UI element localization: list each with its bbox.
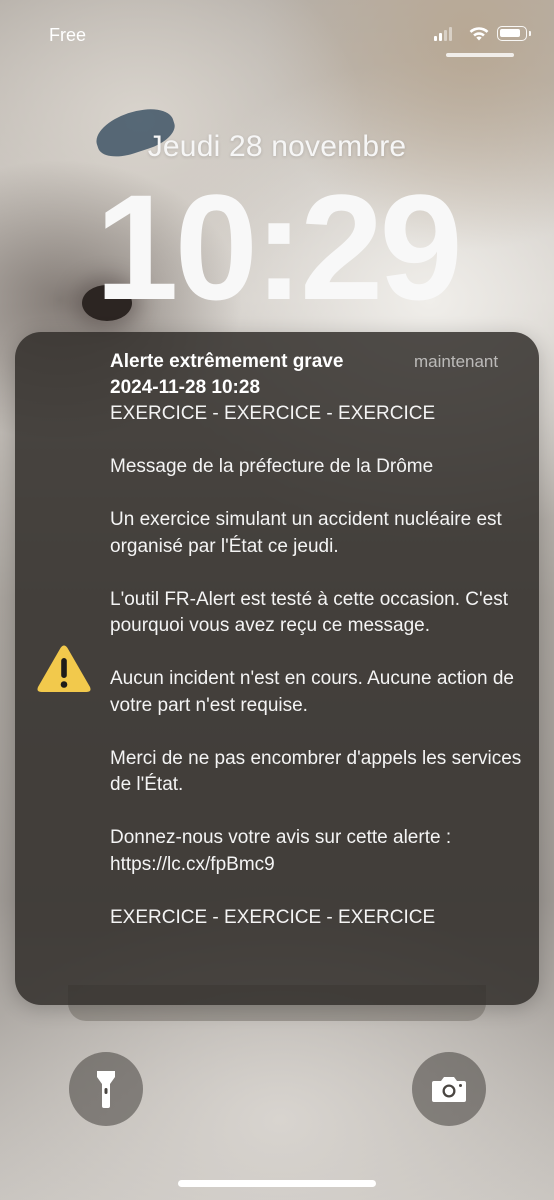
wifi-icon (469, 27, 489, 41)
home-indicator[interactable] (178, 1180, 376, 1187)
warning-triangle-icon (37, 645, 91, 692)
alert-paragraph: Message de la préfecture de la Drôme (110, 456, 434, 477)
carrier-label: Free (49, 25, 87, 45)
camera-button[interactable] (412, 1052, 486, 1126)
alert-paragraph: EXERCICE - EXERCICE - EXERCICE (110, 403, 436, 424)
alert-paragraph: EXERCICE - EXERCICE - EXERCICE (110, 906, 436, 928)
camera-icon (432, 1077, 466, 1102)
cellular-signal-icon (434, 27, 452, 41)
alert-title: Alerte extrêmement grave (110, 351, 344, 372)
lock-screen-date: Jeudi 28 novembre (147, 130, 407, 163)
flashlight-button[interactable] (69, 1052, 143, 1126)
alert-paragraph: Aucun incident n'est en cours. Aucune ac… (110, 668, 514, 716)
control-center-handle[interactable] (446, 53, 514, 57)
alert-message-body: EXERCICE - EXERCICE - EXERCICE Message d… (110, 401, 525, 931)
battery-icon (497, 26, 531, 41)
flashlight-icon (97, 1071, 115, 1108)
alert-datetime: 2024-11-28 10:28 (110, 377, 261, 398)
alert-paragraph: Un exercice simulant un accident nucléai… (110, 509, 502, 557)
lock-screen-time: 10:29 (95, 163, 463, 331)
alert-paragraph: Merci de ne pas encombrer d'appels les s… (110, 747, 522, 796)
alert-timestamp: maintenant (414, 352, 499, 371)
alert-paragraph: Donnez-nous votre avis sur cette alerte … (110, 827, 452, 875)
status-bar: Free (0, 0, 554, 70)
alert-paragraph: L'outil FR-Alert est testé à cette occas… (110, 588, 508, 637)
